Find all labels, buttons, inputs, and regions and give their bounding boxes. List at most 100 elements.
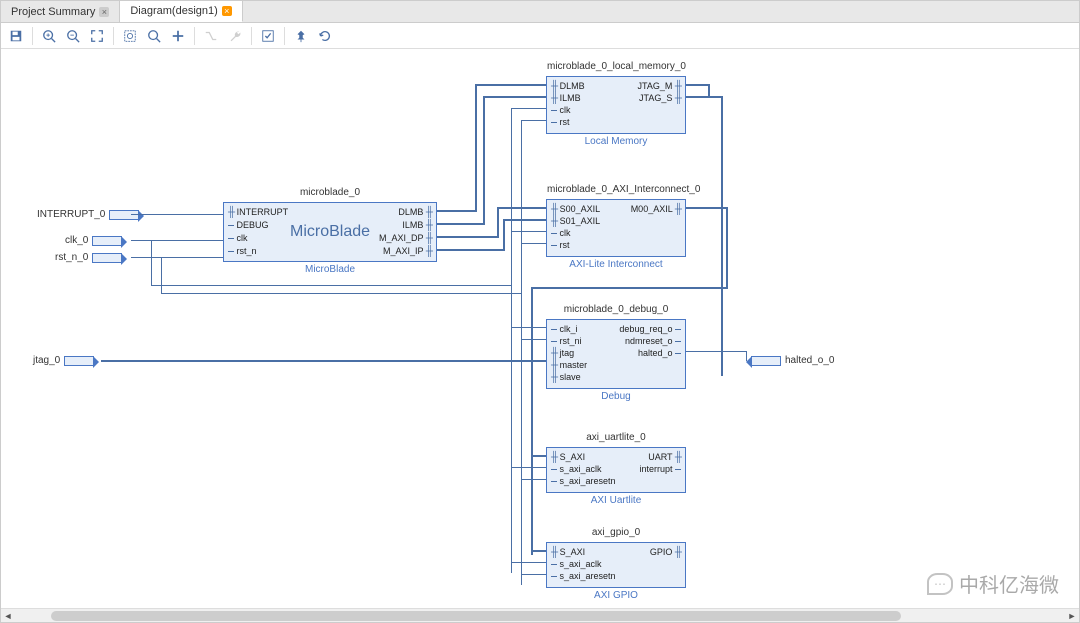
port-label: s_axi_aresetn <box>560 571 616 581</box>
port-label: M_AXI_IP <box>383 246 423 256</box>
wire <box>531 287 533 555</box>
watermark: 中科亿海微 <box>927 569 1059 598</box>
zoom-in-icon[interactable] <box>38 25 60 47</box>
horizontal-scrollbar[interactable]: ◄ ► <box>1 608 1079 622</box>
ext-port-rst[interactable]: rst_n_0 <box>55 252 122 263</box>
port-label: INTERRUPT_0 <box>37 209 105 220</box>
refresh-icon[interactable] <box>314 25 336 47</box>
zoom-fit-icon[interactable] <box>86 25 108 47</box>
separator <box>284 27 285 45</box>
block-debug[interactable]: microblade_0_debug_0 Debug clk_i rst_ni … <box>546 319 686 389</box>
scrollbar-thumb[interactable] <box>51 611 901 621</box>
port-label: clk <box>237 233 248 243</box>
ext-port-interrupt[interactable]: INTERRUPT_0 <box>37 209 139 220</box>
close-icon[interactable]: × <box>222 6 232 16</box>
wire <box>511 108 546 109</box>
wire <box>511 467 546 468</box>
wire <box>483 96 546 98</box>
tab-diagram[interactable]: Diagram(design1) × <box>120 1 242 22</box>
port-label: clk <box>560 105 571 115</box>
toolbar <box>1 23 1079 49</box>
port-label: s_axi_aresetn <box>560 476 616 486</box>
zoom-out-icon[interactable] <box>62 25 84 47</box>
port-label: clk_0 <box>65 235 88 246</box>
save-icon[interactable] <box>5 25 27 47</box>
ext-port-halted[interactable]: halted_o_0 <box>751 355 835 366</box>
search-icon[interactable] <box>143 25 165 47</box>
tab-label: Project Summary <box>11 6 95 18</box>
wire <box>161 293 521 294</box>
wrench-icon[interactable] <box>224 25 246 47</box>
tab-label: Diagram(design1) <box>130 5 217 17</box>
wire <box>131 257 223 258</box>
port-label: ndmreset_o <box>625 336 673 346</box>
validate-icon[interactable] <box>257 25 279 47</box>
block-localmem[interactable]: microblade_0_local_memory_0 Local Memory… <box>546 76 686 134</box>
port-label: GPIO <box>650 547 673 557</box>
block-subtitle: AXI GPIO <box>547 590 685 601</box>
port-label: rst_n <box>237 246 257 256</box>
port-label: S01_AXIL <box>560 216 601 226</box>
wire <box>531 455 546 457</box>
chat-bubble-icon <box>927 573 953 595</box>
port-label: debug_req_o <box>619 324 672 334</box>
block-title: microblade_0 <box>224 187 436 198</box>
separator <box>113 27 114 45</box>
block-uartlite[interactable]: axi_uartlite_0 AXI Uartlite ╫ S_AXI s_ax… <box>546 447 686 493</box>
port-label: halted_o <box>638 348 673 358</box>
wire <box>475 84 477 212</box>
ext-port-clk[interactable]: clk_0 <box>65 235 122 246</box>
wire <box>721 96 723 376</box>
scroll-left-icon[interactable]: ◄ <box>1 609 15 622</box>
port-label: s_axi_aclk <box>560 559 602 569</box>
diagram-canvas[interactable]: INTERRUPT_0 clk_0 rst_n_0 jtag_0 halted_… <box>1 49 1079 622</box>
close-icon[interactable]: × <box>99 7 109 17</box>
wire <box>151 285 511 286</box>
wire <box>521 243 546 244</box>
tab-project-summary[interactable]: Project Summary × <box>1 1 120 22</box>
wire <box>686 84 708 86</box>
separator <box>194 27 195 45</box>
ext-port-jtag[interactable]: jtag_0 <box>33 355 94 366</box>
port-label: rst <box>560 240 570 250</box>
port-label: JTAG_S <box>639 93 672 103</box>
wire <box>503 219 505 251</box>
wire <box>521 120 522 585</box>
wire <box>497 207 499 238</box>
wire <box>746 351 747 361</box>
port-label: master <box>560 360 588 370</box>
block-title: microblade_0_AXI_Interconnect_0 <box>547 184 685 195</box>
port-label: clk_i <box>560 324 578 334</box>
port-label: ILMB <box>402 220 423 230</box>
wire <box>511 327 546 328</box>
wire <box>131 240 223 241</box>
wire <box>483 96 485 225</box>
pin-icon[interactable] <box>290 25 312 47</box>
route-icon[interactable] <box>200 25 222 47</box>
scroll-right-icon[interactable]: ► <box>1065 609 1079 622</box>
port-label: JTAG_M <box>638 81 673 91</box>
wire <box>101 360 546 362</box>
port-label: jtag_0 <box>33 355 60 366</box>
wire <box>503 219 546 221</box>
wire <box>521 574 546 575</box>
wire <box>521 479 546 480</box>
port-label: halted_o_0 <box>785 355 835 366</box>
wire <box>511 231 546 232</box>
wire <box>686 351 746 352</box>
wire <box>437 223 483 225</box>
block-gpio[interactable]: axi_gpio_0 AXI GPIO ╫ S_AXI s_axi_aclk s… <box>546 542 686 588</box>
port-label: slave <box>560 372 581 382</box>
block-microblade[interactable]: microblade_0 MicroBlade MicroBlade ╫ INT… <box>223 202 437 262</box>
wire <box>686 96 721 98</box>
port-label: jtag <box>560 348 575 358</box>
port-label: rst_n_0 <box>55 252 88 263</box>
add-icon[interactable] <box>167 25 189 47</box>
block-axi-ic[interactable]: microblade_0_AXI_Interconnect_0 AXI-Lite… <box>546 199 686 257</box>
port-label: DLMB <box>398 207 423 217</box>
zoom-area-icon[interactable] <box>119 25 141 47</box>
wire <box>511 108 512 573</box>
wire <box>161 257 162 293</box>
block-title: microblade_0_local_memory_0 <box>547 61 685 72</box>
wire <box>437 210 475 212</box>
